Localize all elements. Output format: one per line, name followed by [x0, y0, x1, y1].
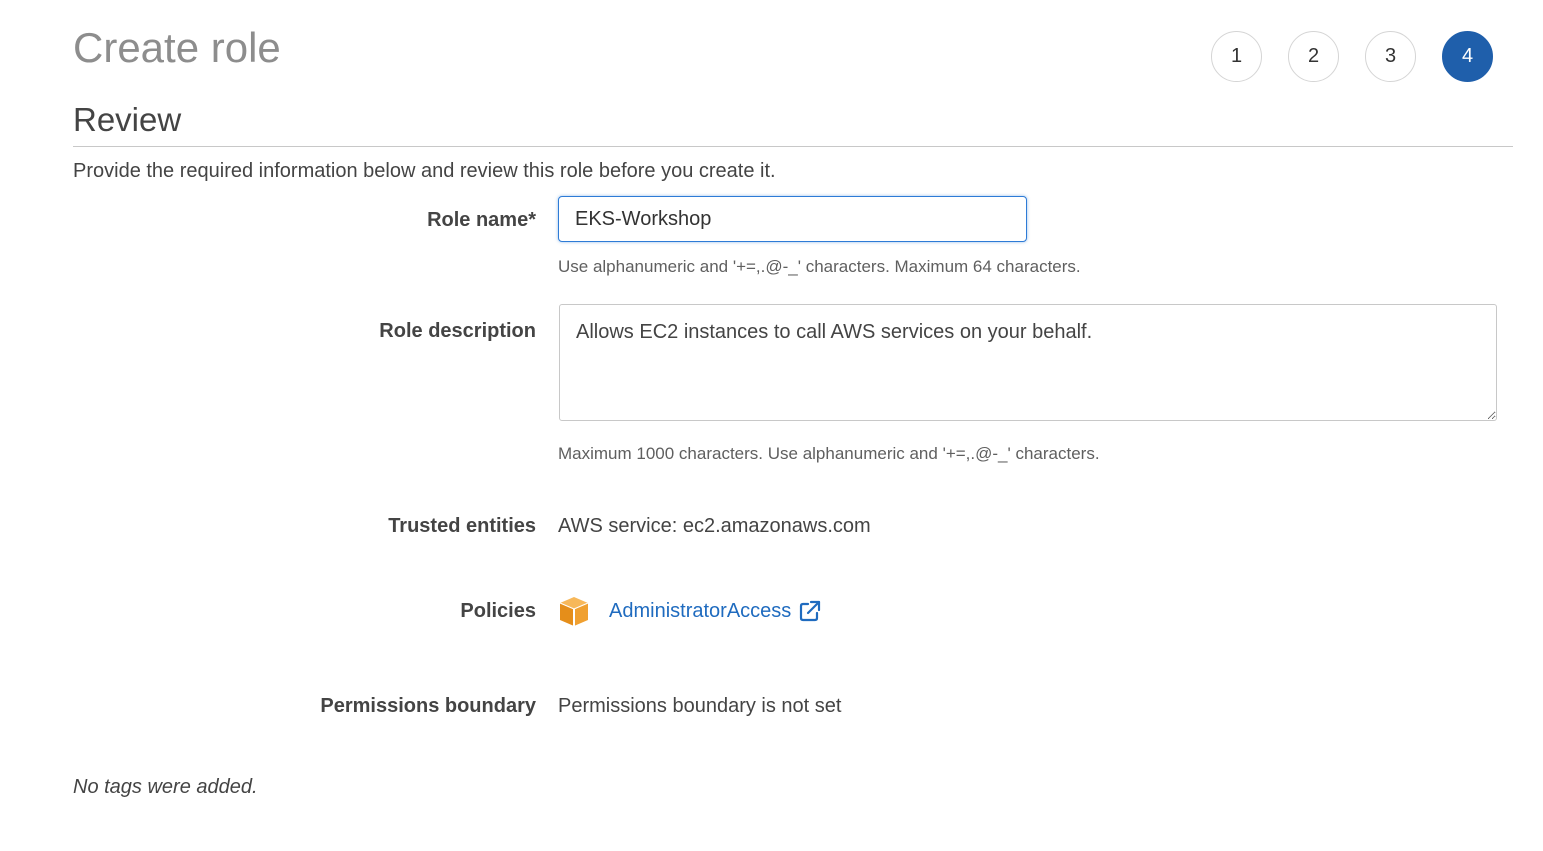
external-link-icon — [799, 600, 821, 622]
role-description-textarea[interactable]: Allows EC2 instances to call AWS service… — [559, 304, 1497, 421]
trusted-entities-value: AWS service: ec2.amazonaws.com — [558, 515, 871, 537]
role-name-input[interactable] — [558, 196, 1027, 242]
section-divider — [73, 146, 1513, 147]
trusted-entities-label: Trusted entities — [388, 515, 536, 537]
policy-link-administratoraccess[interactable]: AdministratorAccess — [609, 600, 821, 623]
step-2-button[interactable]: 2 — [1288, 31, 1339, 82]
permissions-boundary-label: Permissions boundary — [320, 695, 536, 717]
role-name-label: Role name* — [427, 209, 536, 231]
no-tags-note: No tags were added. — [73, 776, 258, 798]
create-role-review-page: Create role 1 2 3 4 Review Provide the r… — [0, 0, 1543, 851]
step-4-button[interactable]: 4 — [1442, 31, 1493, 82]
role-name-help: Use alphanumeric and '+=,.@-_' character… — [558, 257, 1081, 276]
aws-managed-policy-cube-icon — [558, 595, 590, 627]
policies-label: Policies — [460, 600, 536, 622]
step-1-button[interactable]: 1 — [1211, 31, 1262, 82]
role-description-help: Maximum 1000 characters. Use alphanumeri… — [558, 444, 1100, 463]
role-description-label: Role description — [379, 320, 536, 342]
section-title: Review — [73, 101, 182, 138]
policy-name: AdministratorAccess — [609, 599, 792, 622]
wizard-steps: 1 2 3 4 — [1211, 31, 1493, 82]
step-3-button[interactable]: 3 — [1365, 31, 1416, 82]
page-title: Create role — [73, 24, 281, 71]
policy-item: AdministratorAccess — [558, 594, 821, 628]
section-intro: Provide the required information below a… — [73, 160, 776, 182]
permissions-boundary-value: Permissions boundary is not set — [558, 695, 842, 717]
